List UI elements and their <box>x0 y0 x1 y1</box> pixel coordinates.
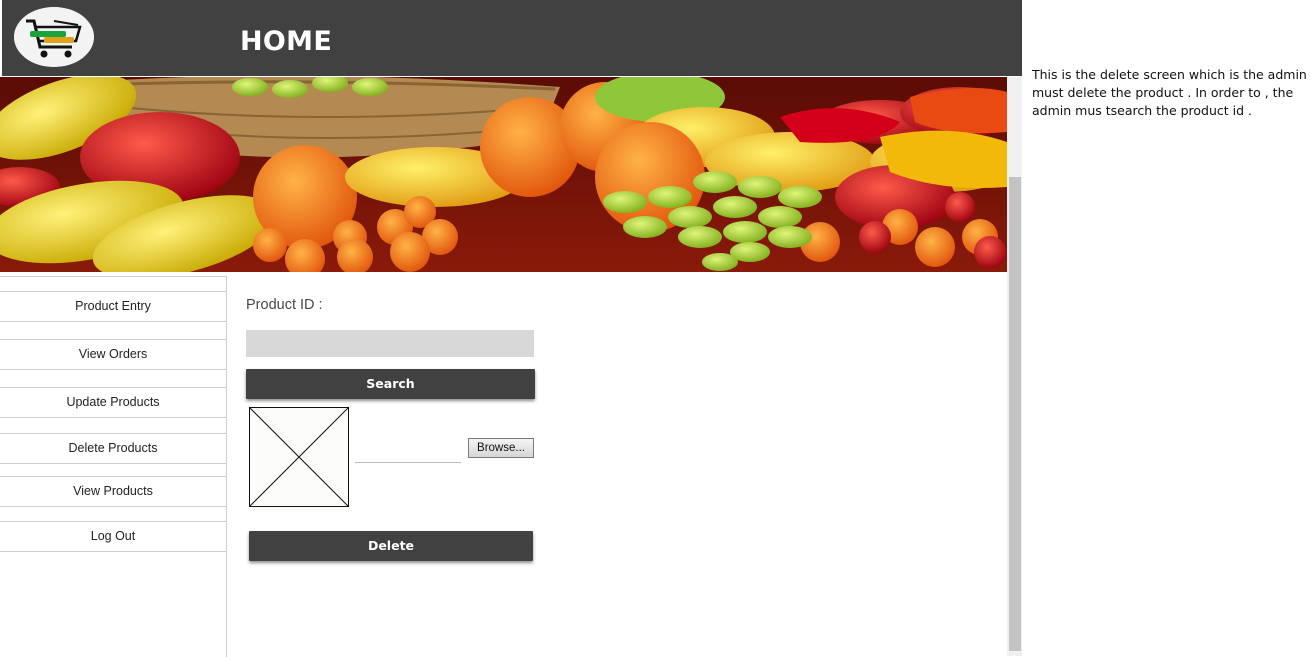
shopping-cart-logo-icon[interactable] <box>14 7 94 67</box>
header-bar: HOME <box>2 0 1022 76</box>
sidebar-item-view-products[interactable]: View Products <box>0 476 227 507</box>
annotation-note: This is the delete screen which is the a… <box>1032 67 1307 118</box>
browse-button[interactable]: Browse... <box>468 438 534 458</box>
page-title: HOME <box>240 26 333 57</box>
product-id-input[interactable] <box>246 330 534 357</box>
scrollbar-thumb[interactable] <box>1009 177 1021 651</box>
search-button[interactable]: Search <box>246 369 535 399</box>
sidebar: Product Entry View Orders Update Product… <box>0 276 227 657</box>
sidebar-item-product-entry[interactable]: Product Entry <box>0 291 227 322</box>
file-path-field[interactable] <box>355 462 461 463</box>
sidebar-item-view-orders[interactable]: View Orders <box>0 339 227 370</box>
fruit-banner-image <box>0 77 1007 272</box>
sidebar-item-log-out[interactable]: Log Out <box>0 521 227 552</box>
image-placeholder-icon <box>249 407 349 507</box>
sidebar-item-update-products[interactable]: Update Products <box>0 387 227 418</box>
delete-button[interactable]: Delete <box>249 531 533 561</box>
sidebar-item-delete-products[interactable]: Delete Products <box>0 433 227 464</box>
app-window: HOME Product Entry View Orders Update Pr… <box>0 0 1022 657</box>
product-id-label: Product ID : <box>246 297 323 313</box>
